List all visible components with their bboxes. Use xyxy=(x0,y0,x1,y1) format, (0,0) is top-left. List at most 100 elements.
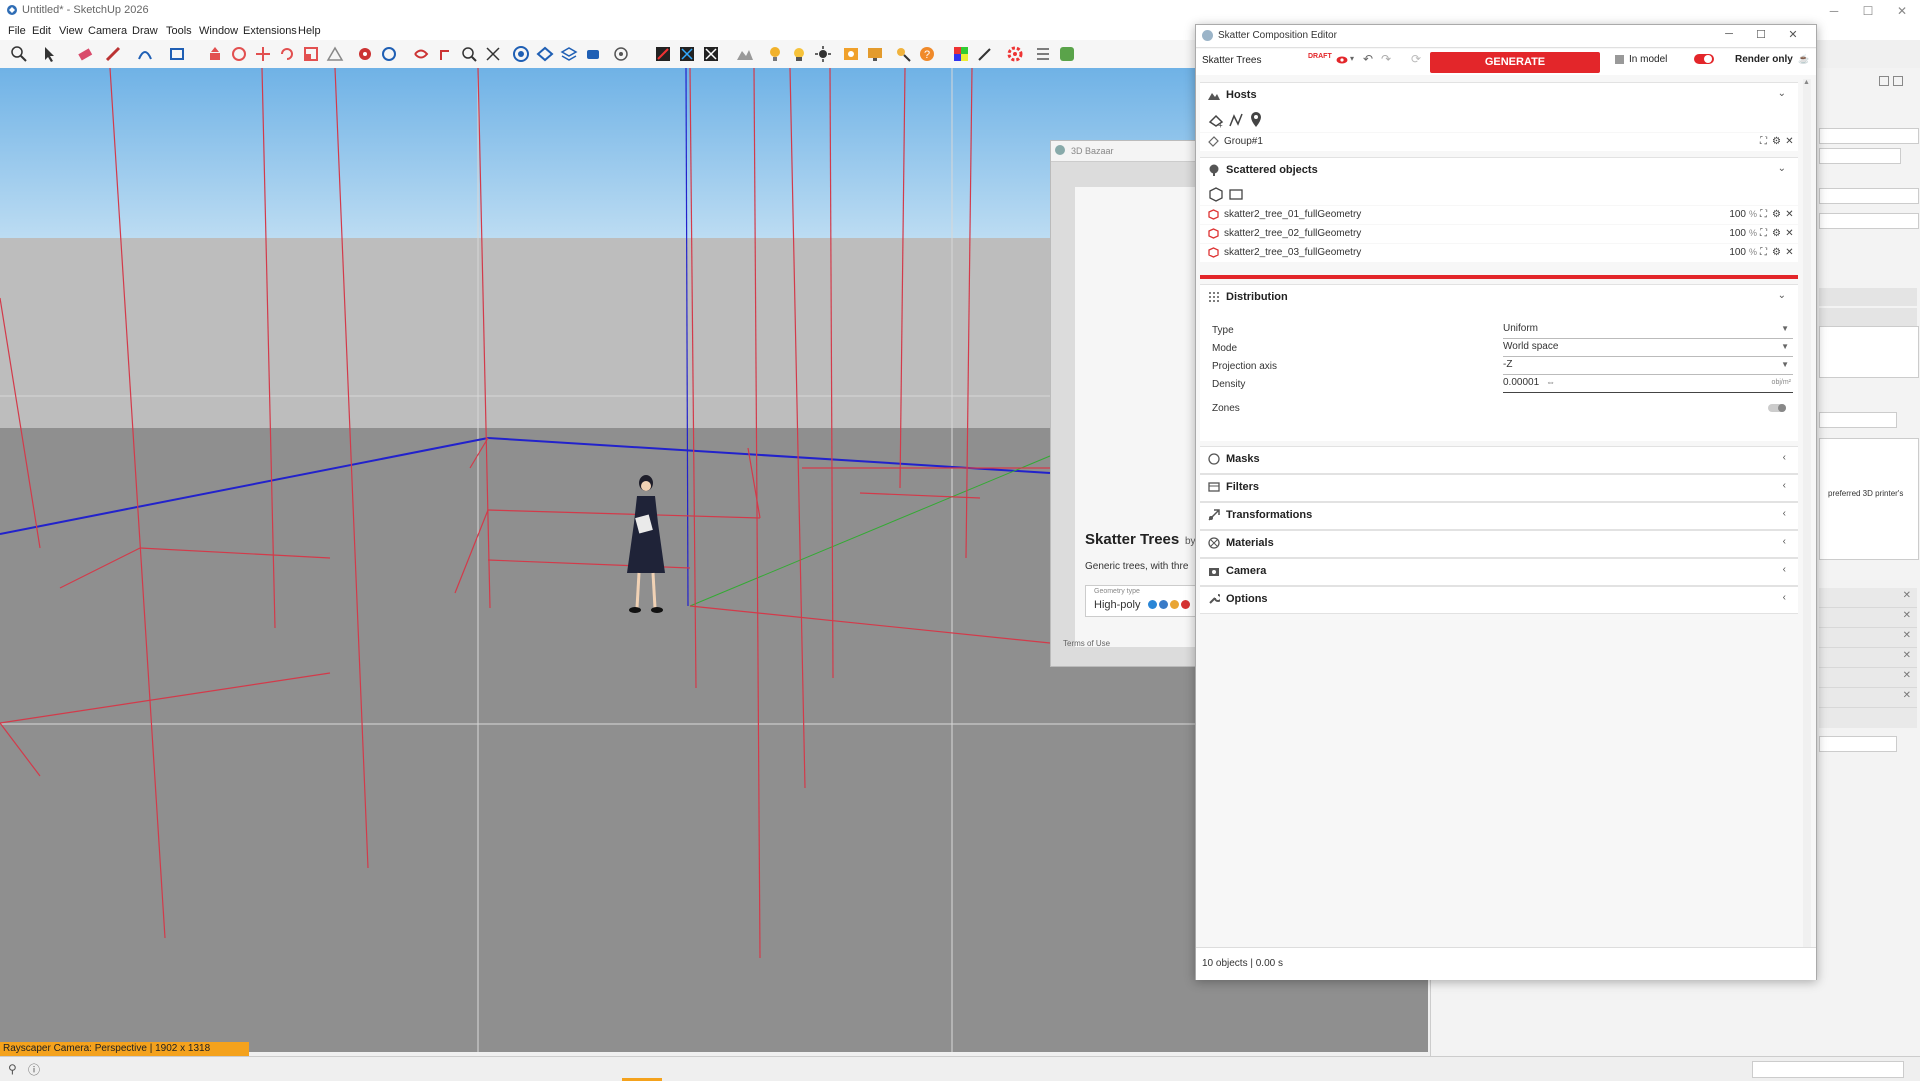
tray-panel-header-2[interactable] xyxy=(1819,308,1917,326)
density-input[interactable]: 0.00001 ⇔ obj/m² xyxy=(1503,377,1793,393)
menu-view[interactable]: View xyxy=(59,25,83,37)
help-icon[interactable]: ? xyxy=(918,45,936,63)
select-in-model-icon[interactable]: ⛶ xyxy=(1758,228,1769,239)
mode-select[interactable]: World space ▼ xyxy=(1503,341,1793,357)
scattered-object-row[interactable]: skatter2_tree_01_fullGeometry 100 % ⛶ ⚙ … xyxy=(1200,206,1798,224)
rectangle-icon[interactable] xyxy=(168,45,186,63)
screen-icon[interactable] xyxy=(866,45,884,63)
geometry-type-box[interactable]: Geometry type High-poly xyxy=(1085,585,1197,617)
measurements-box[interactable] xyxy=(1752,1061,1904,1078)
move-icon[interactable] xyxy=(254,45,272,63)
tray-row[interactable]: ✕ xyxy=(1819,588,1917,608)
redo-icon[interactable]: ↷ xyxy=(1381,52,1391,66)
chevron-down-icon[interactable]: ⌄ xyxy=(1778,88,1786,99)
add-host-icon[interactable]: + xyxy=(1208,112,1224,130)
info-icon[interactable]: ⓘ xyxy=(28,1061,40,1078)
zoom-extents-icon[interactable] xyxy=(484,45,502,63)
close-icon[interactable]: ✕ xyxy=(1903,650,1911,661)
gear-icon[interactable]: ⚙ xyxy=(1771,247,1782,258)
chevron-left-icon[interactable]: ‹ xyxy=(1783,508,1786,519)
minimize-icon[interactable]: ─ xyxy=(1716,28,1742,40)
minimize-icon[interactable]: ─ xyxy=(1820,2,1848,20)
undo-icon[interactable]: ↶ xyxy=(1363,52,1373,66)
push-pull-icon[interactable] xyxy=(206,45,224,63)
tray-field-1[interactable] xyxy=(1819,128,1919,144)
menu-extensions[interactable]: Extensions xyxy=(243,25,297,37)
in-model-checkbox-icon[interactable] xyxy=(1615,55,1624,64)
chevron-left-icon[interactable]: ‹ xyxy=(1783,480,1786,491)
arc-icon[interactable] xyxy=(136,45,154,63)
eraser-icon[interactable] xyxy=(76,45,94,63)
close-icon[interactable]: ✕ xyxy=(1903,690,1911,701)
sun-icon[interactable] xyxy=(814,45,832,63)
distribution-section-header[interactable]: Distribution ⌄ xyxy=(1200,284,1798,312)
render-icon[interactable] xyxy=(842,45,860,63)
add-point-icon[interactable] xyxy=(1248,111,1264,129)
chevron-left-icon[interactable]: ‹ xyxy=(1783,592,1786,603)
remove-icon[interactable]: ✕ xyxy=(1784,209,1795,220)
tray-row[interactable]: ✕ xyxy=(1819,648,1917,668)
extension-c-icon[interactable] xyxy=(702,45,720,63)
tray-restore-icon[interactable] xyxy=(1893,76,1903,86)
select-in-model-icon[interactable]: ⛶ xyxy=(1758,247,1769,258)
tray-field-2[interactable] xyxy=(1819,148,1901,164)
select-in-model-icon[interactable]: ⛶ xyxy=(1758,209,1769,220)
location-icon[interactable]: ⚲ xyxy=(8,1062,17,1076)
tray-row[interactable]: ✕ xyxy=(1819,628,1917,648)
object-percent[interactable]: 100 xyxy=(1720,209,1746,220)
hosts-section-header[interactable]: Hosts ⌄ xyxy=(1200,82,1798,110)
offset-icon[interactable] xyxy=(326,45,344,63)
color-picker-icon[interactable] xyxy=(952,45,970,63)
magic-wand-icon[interactable] xyxy=(976,45,994,63)
extension-a-icon[interactable] xyxy=(654,45,672,63)
tray-panel-header-1[interactable] xyxy=(1819,288,1917,306)
eye-icon[interactable] xyxy=(1336,54,1348,66)
transformations-section-header[interactable]: Transformations ‹ xyxy=(1200,502,1798,530)
tray-row[interactable]: ✕ xyxy=(1819,688,1917,708)
generate-button[interactable]: GENERATE xyxy=(1430,52,1600,73)
tray-dropdown-1[interactable] xyxy=(1819,188,1919,204)
scattered-object-row[interactable]: skatter2_tree_02_fullGeometry 100 % ⛶ ⚙ … xyxy=(1200,225,1798,243)
gear-icon[interactable]: ⚙ xyxy=(1771,209,1782,220)
options-section-header[interactable]: Options ‹ xyxy=(1200,586,1798,614)
add-component-icon[interactable] xyxy=(1208,186,1224,202)
cup-icon[interactable]: ☕ xyxy=(1798,54,1809,65)
remove-icon[interactable]: ✕ xyxy=(1784,136,1795,147)
rotate-icon[interactable] xyxy=(278,45,296,63)
host-row[interactable]: Group#1 ⛶ ⚙ ✕ xyxy=(1200,133,1798,151)
tags-icon[interactable] xyxy=(536,45,554,63)
remove-icon[interactable]: ✕ xyxy=(1784,247,1795,258)
sandbox-icon[interactable] xyxy=(736,45,754,63)
zoom-icon[interactable] xyxy=(10,45,28,63)
zones-toggle[interactable] xyxy=(1768,404,1786,412)
chevron-down-icon[interactable]: ▾ xyxy=(1350,54,1354,63)
camera-section-header[interactable]: Camera ‹ xyxy=(1200,558,1798,586)
settings-gear-icon[interactable] xyxy=(1006,45,1024,63)
close-icon[interactable]: ✕ xyxy=(1888,2,1916,20)
light-bulb-icon[interactable] xyxy=(766,45,784,63)
remove-icon[interactable]: ✕ xyxy=(1784,228,1795,239)
list-icon[interactable] xyxy=(1034,45,1052,63)
terms-link[interactable]: Terms of Use xyxy=(1063,639,1110,648)
tray-pin-icon[interactable] xyxy=(1879,76,1889,86)
menu-help[interactable]: Help xyxy=(298,25,321,37)
menu-window[interactable]: Window xyxy=(199,25,238,37)
material-tool-icon[interactable] xyxy=(894,45,912,63)
tray-dropdown-2[interactable] xyxy=(1819,213,1919,229)
gear-icon[interactable]: ⚙ xyxy=(1771,228,1782,239)
tray-row[interactable]: ✕ xyxy=(1819,668,1917,688)
close-icon[interactable]: ✕ xyxy=(1903,590,1911,601)
render-toggle[interactable] xyxy=(1694,54,1714,64)
spot-light-icon[interactable] xyxy=(790,45,808,63)
materials-section-header[interactable]: Materials ‹ xyxy=(1200,530,1798,558)
pencil-icon[interactable] xyxy=(104,45,122,63)
extension-b-icon[interactable] xyxy=(678,45,696,63)
chevron-left-icon[interactable]: ‹ xyxy=(1783,452,1786,463)
refresh-icon[interactable]: ⟳ xyxy=(1411,52,1421,66)
add-group-icon[interactable] xyxy=(1228,186,1244,202)
scattered-section-header[interactable]: Scattered objects ⌄ xyxy=(1200,157,1798,185)
scroll-up-icon[interactable]: ▲ xyxy=(1803,79,1810,86)
projection-axis-select[interactable]: -Z ▼ xyxy=(1503,359,1793,375)
select-in-model-icon[interactable]: ⛶ xyxy=(1758,136,1769,147)
chevron-down-icon[interactable]: ⌄ xyxy=(1778,290,1786,301)
